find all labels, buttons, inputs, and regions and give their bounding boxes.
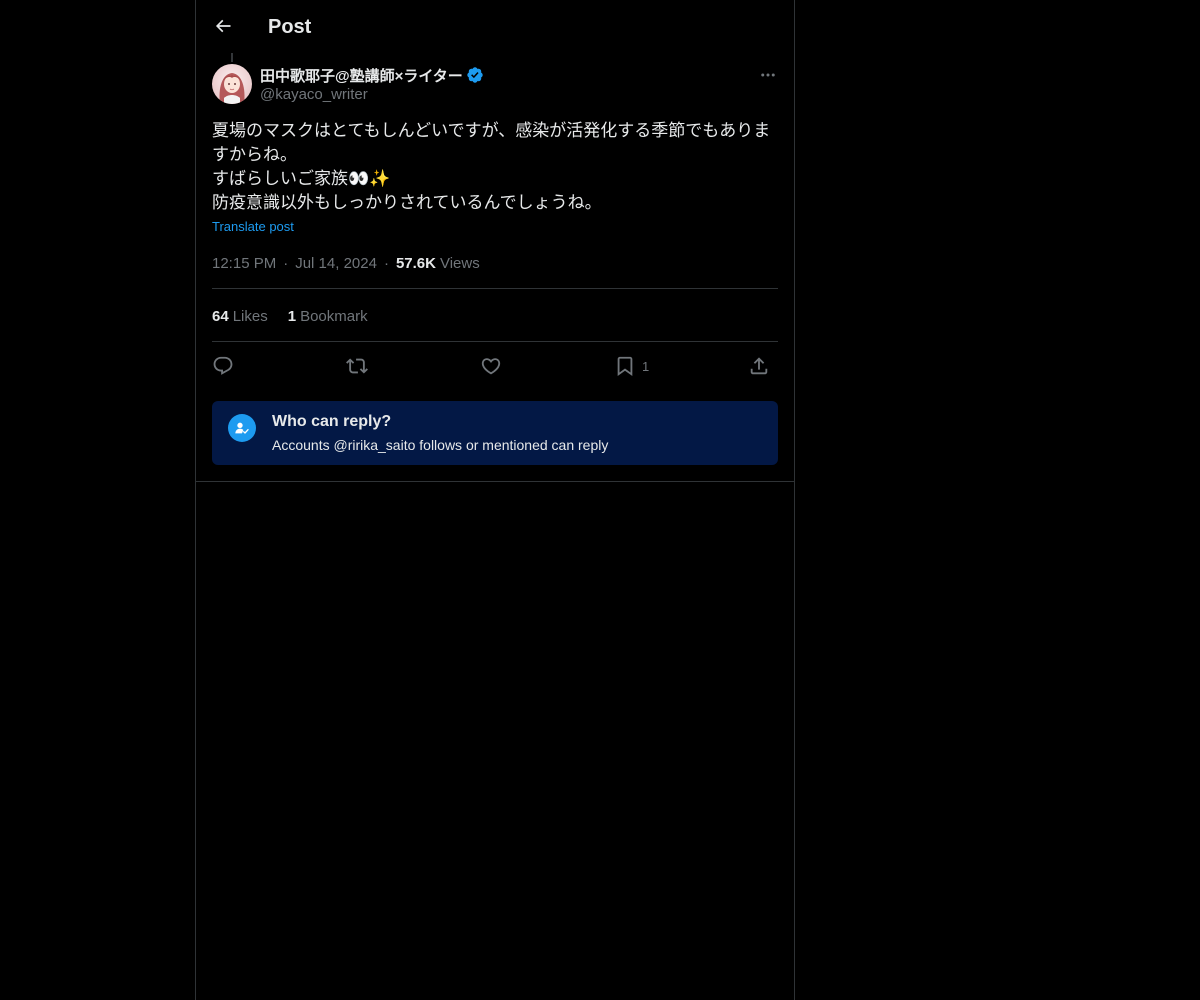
separator-dot: ·	[283, 254, 289, 272]
reply-button[interactable]	[212, 352, 234, 380]
like-button[interactable]	[480, 352, 502, 380]
more-horizontal-icon	[761, 73, 775, 77]
author-avatar[interactable]	[212, 64, 252, 104]
post-text: 夏場のマスクはとてもしんどいですが、感染が活発化する季節でもありま すからね。 …	[212, 119, 778, 215]
share-icon	[750, 357, 768, 375]
bookmark-count: 1	[642, 358, 650, 374]
author-name-row: 田中歌耶子@塾講師×ライター	[260, 65, 484, 85]
post-text-line: 夏場のマスクはとてもしんどいですが、感染が活発化する季節でもありま	[212, 121, 771, 141]
translate-post-link[interactable]: Translate post	[212, 219, 294, 234]
share-button[interactable]	[748, 352, 770, 380]
divider	[212, 288, 778, 289]
reply-icon	[213, 356, 233, 375]
post-metadata: 12:15 PM · Jul 14, 2024 · 57.6K Views	[212, 253, 480, 273]
action-bar: 1	[212, 352, 778, 380]
author-name[interactable]: 田中歌耶子@塾講師×ライター	[260, 65, 463, 86]
back-button[interactable]	[207, 10, 239, 42]
separator-dot: ·	[383, 254, 389, 272]
heart-icon	[481, 358, 501, 375]
primary-column: Post 田中歌耶子@塾講師×ライター @kayaco_writer 夏場のマス…	[195, 0, 795, 1000]
bookmark-icon	[617, 356, 633, 377]
more-options-button[interactable]	[754, 64, 782, 86]
likes-label: Likes	[232, 307, 268, 325]
divider	[212, 341, 778, 342]
bookmarks-label: Bookmark	[300, 307, 368, 325]
author-info: 田中歌耶子@塾講師×ライター @kayaco_writer	[260, 65, 484, 105]
repost-icon	[346, 358, 368, 374]
page-title: Post	[268, 16, 312, 38]
post-date[interactable]: Jul 14, 2024	[295, 255, 377, 272]
views-count: 57.6K	[395, 254, 436, 272]
likes-stat[interactable]: 64 Likes	[212, 308, 268, 325]
post-stats: 64 Likes 1 Bookmark	[212, 306, 368, 326]
avatar-illustration-icon	[212, 64, 252, 104]
bookmarks-count: 1	[287, 307, 297, 325]
post-text-line: すばらしいご家族👀✨	[212, 169, 391, 189]
thread-connector-line	[231, 53, 233, 62]
arrow-left-icon	[215, 19, 231, 33]
post-text-line: すからね。	[212, 145, 297, 165]
who-can-reply-panel: Who can reply? Accounts @ririka_saito fo…	[212, 401, 778, 465]
post-bottom-border	[196, 481, 794, 482]
who-can-reply-description: Accounts @ririka_saito follows or mentio…	[272, 437, 609, 453]
likes-count: 64	[212, 307, 229, 325]
mention-user-icon	[228, 414, 256, 442]
bookmark-button[interactable]: 1	[614, 352, 649, 380]
post-time[interactable]: 12:15 PM	[212, 255, 276, 272]
repost-button[interactable]	[346, 352, 368, 380]
who-can-reply-title: Who can reply?	[272, 413, 392, 430]
top-bar: Post	[196, 0, 794, 53]
views-label: Views	[439, 254, 480, 272]
post-text-line: 防疫意識以外もしっかりされているんでしょうね。	[212, 193, 602, 213]
author-handle[interactable]: @kayaco_writer	[260, 85, 484, 105]
verified-badge-icon[interactable]	[466, 66, 484, 84]
bookmarks-stat[interactable]: 1 Bookmark	[288, 308, 368, 325]
